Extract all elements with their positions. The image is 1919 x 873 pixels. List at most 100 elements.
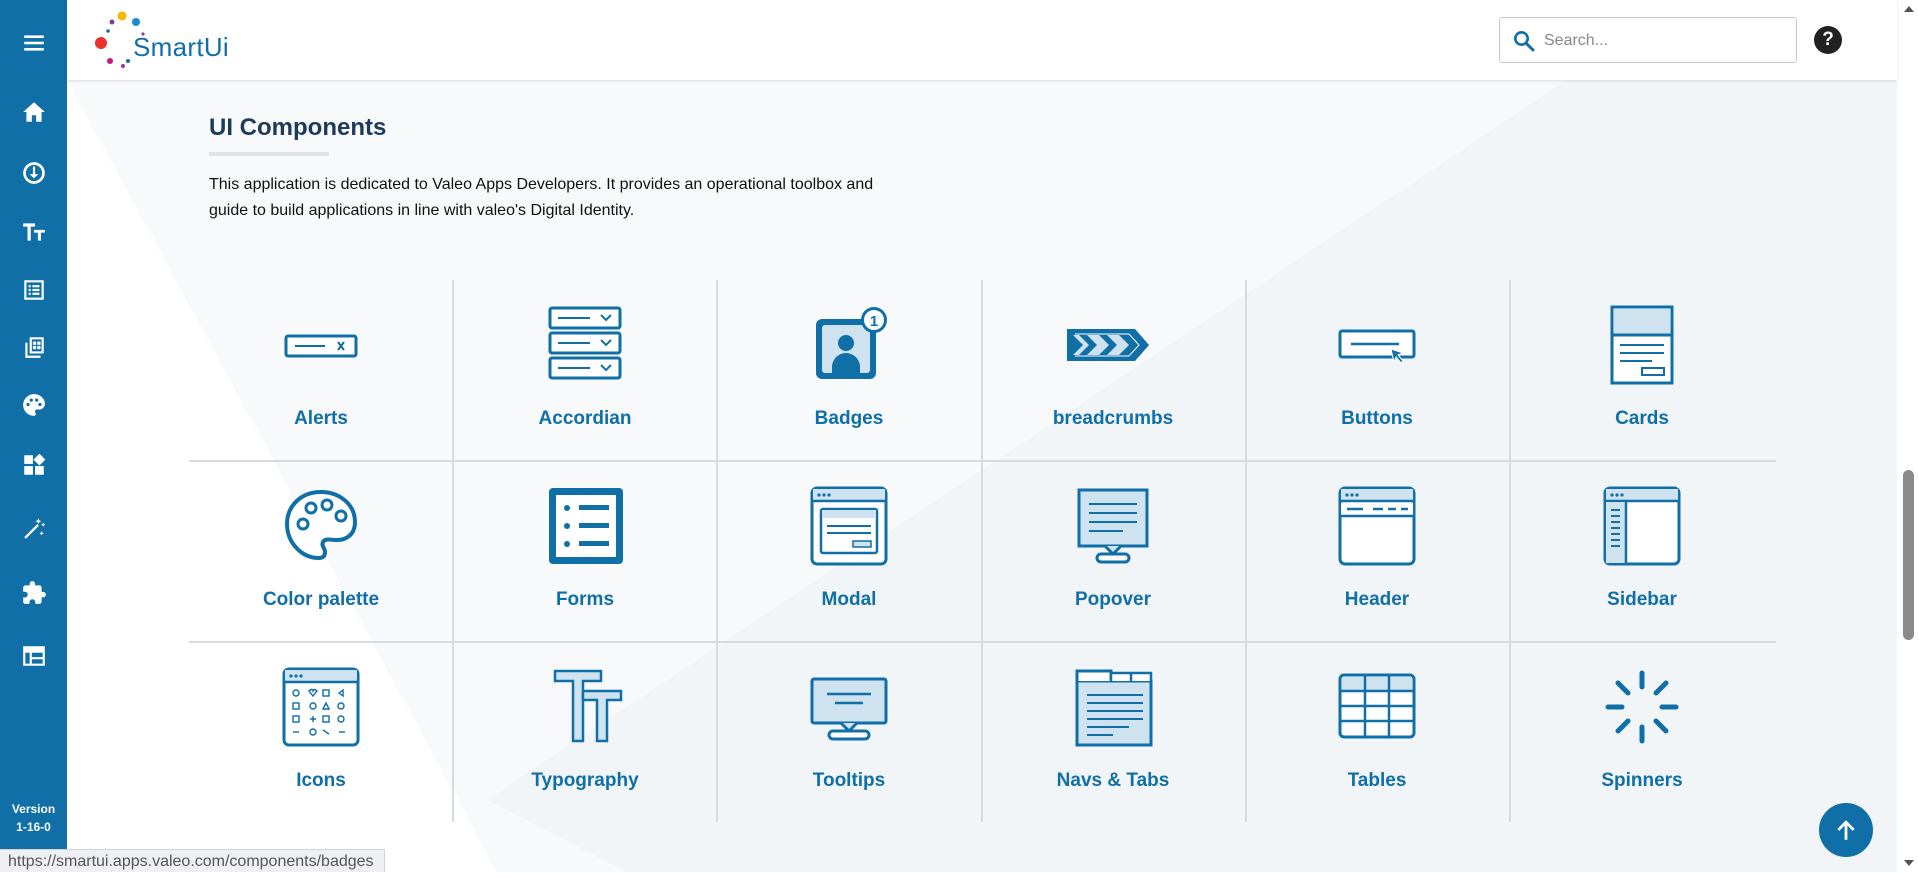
component-label: Popover — [1074, 589, 1152, 610]
button-icon — [1338, 329, 1416, 364]
component-card-header[interactable]: Header — [1245, 461, 1509, 642]
header-icon — [1338, 486, 1416, 566]
spinner-icon — [1605, 670, 1679, 744]
widgets-icon — [23, 453, 45, 475]
component-label: Modal — [821, 589, 877, 610]
components-grid: Alerts Accordian 1 Badges breadcrumbs Bu… — [189, 280, 1776, 822]
scrollbar[interactable] — [1900, 0, 1919, 872]
scroll-up-arrow-icon[interactable] — [1904, 6, 1914, 12]
sidebar-item-palette[interactable] — [0, 381, 67, 429]
breadcrumbs-icon — [1067, 329, 1149, 361]
sidebar-item-table[interactable] — [0, 632, 67, 680]
search-input[interactable] — [1542, 26, 1786, 56]
component-card-navs-tabs[interactable]: Navs & Tabs — [981, 642, 1245, 823]
help-icon[interactable]: ? — [1814, 26, 1842, 54]
component-label: Color palette — [262, 589, 380, 610]
component-label: Badges — [814, 408, 884, 429]
sidebar-item-download[interactable] — [0, 149, 67, 197]
modal-icon — [810, 486, 888, 566]
version-info: Version 1-16-0 — [0, 800, 67, 836]
search-icon — [1514, 31, 1535, 52]
intro-text: This application is dedicated to Valeo A… — [209, 176, 874, 219]
scroll-to-top-button[interactable] — [1819, 803, 1873, 857]
component-card-cards[interactable]: Cards — [1510, 280, 1774, 461]
component-label: Sidebar — [1607, 589, 1677, 610]
search-box — [1499, 17, 1797, 63]
component-card-forms[interactable]: Forms — [453, 461, 717, 642]
component-card-accordian[interactable]: Accordian — [453, 280, 717, 461]
sidebar: Version 1-16-0 — [0, 0, 67, 872]
component-label: Tooltips — [812, 770, 886, 791]
card-icon — [1610, 305, 1674, 385]
component-card-badges[interactable]: 1 Badges — [717, 280, 981, 461]
component-card-color-palette[interactable]: Color palette — [189, 461, 453, 642]
app-name: SmartUi — [133, 32, 229, 62]
scroll-down-arrow-icon[interactable] — [1904, 860, 1914, 866]
popover-icon — [1077, 488, 1149, 564]
component-card-typography[interactable]: Typography — [453, 642, 717, 823]
component-label: Alerts — [294, 408, 348, 429]
badge-icon: 1 — [816, 307, 887, 379]
component-label: Tables — [1347, 770, 1407, 791]
component-card-alerts[interactable]: Alerts — [189, 280, 453, 461]
badge-count: 1 — [870, 313, 878, 330]
component-card-tooltips[interactable]: Tooltips — [717, 642, 981, 823]
sidebar-icon — [1603, 486, 1681, 566]
component-label: Navs & Tabs — [1056, 770, 1170, 791]
typography-icon — [553, 669, 623, 743]
menu-button[interactable] — [0, 19, 67, 67]
component-card-buttons[interactable]: Buttons — [1245, 280, 1509, 461]
accordion-icon — [548, 306, 622, 380]
list-icon — [23, 280, 44, 300]
magic-wand-icon — [23, 518, 45, 539]
sidebar-item-plugins[interactable] — [0, 569, 67, 617]
sidebar-item-magic[interactable] — [0, 505, 67, 553]
component-label: Icons — [296, 770, 346, 791]
sidebar-item-typography[interactable] — [0, 208, 67, 256]
component-label: Buttons — [1341, 408, 1413, 429]
tooltip-icon — [810, 677, 888, 741]
sidebar-item-grid[interactable] — [0, 323, 67, 371]
component-label: breadcrumbs — [1052, 408, 1174, 429]
component-label: Header — [1344, 589, 1410, 610]
puzzle-icon — [22, 581, 46, 604]
component-card-breadcrumbs[interactable]: breadcrumbs — [981, 280, 1245, 461]
palette-icon — [22, 394, 45, 416]
component-card-icons[interactable]: Icons — [189, 642, 453, 823]
menu-icon — [23, 35, 44, 51]
navs-tabs-icon — [1075, 669, 1153, 747]
component-label: Cards — [1615, 408, 1669, 429]
component-card-modal[interactable]: Modal — [717, 461, 981, 642]
palette-icon — [284, 489, 358, 561]
page-title: UI Components — [209, 114, 387, 141]
arrow-up-icon — [1837, 820, 1855, 840]
alert-icon — [284, 334, 358, 358]
grid-icon — [24, 337, 44, 358]
sidebar-item-home[interactable] — [0, 88, 67, 136]
table-icon — [1338, 673, 1416, 739]
sidebar-item-widgets[interactable] — [0, 441, 67, 489]
component-label: Accordian — [538, 408, 632, 429]
form-icon — [549, 488, 623, 564]
header: SmartUi ? — [67, 0, 1897, 80]
component-card-sidebar[interactable]: Sidebar — [1510, 461, 1774, 642]
table-icon — [22, 646, 45, 666]
typography-icon — [22, 223, 45, 241]
version-label: Version — [11, 802, 56, 816]
version-value: 1-16-0 — [16, 820, 51, 834]
status-bar-url: https://smartui.apps.valeo.com/component… — [0, 849, 385, 872]
title-underline — [209, 152, 329, 156]
component-card-tables[interactable]: Tables — [1245, 642, 1509, 823]
home-icon — [22, 102, 45, 122]
logo[interactable]: SmartUi — [89, 10, 239, 72]
component-card-spinners[interactable]: Spinners — [1510, 642, 1774, 823]
sidebar-item-forms[interactable] — [0, 266, 67, 314]
component-label: Forms — [555, 589, 615, 610]
download-icon — [22, 162, 45, 184]
logo-text: SmartUi — [133, 32, 229, 63]
icons-icon — [282, 667, 360, 747]
scrollbar-thumb[interactable] — [1903, 470, 1914, 640]
component-card-popover[interactable]: Popover — [981, 461, 1245, 642]
component-label: Spinners — [1601, 770, 1683, 791]
component-label: Typography — [531, 770, 639, 791]
